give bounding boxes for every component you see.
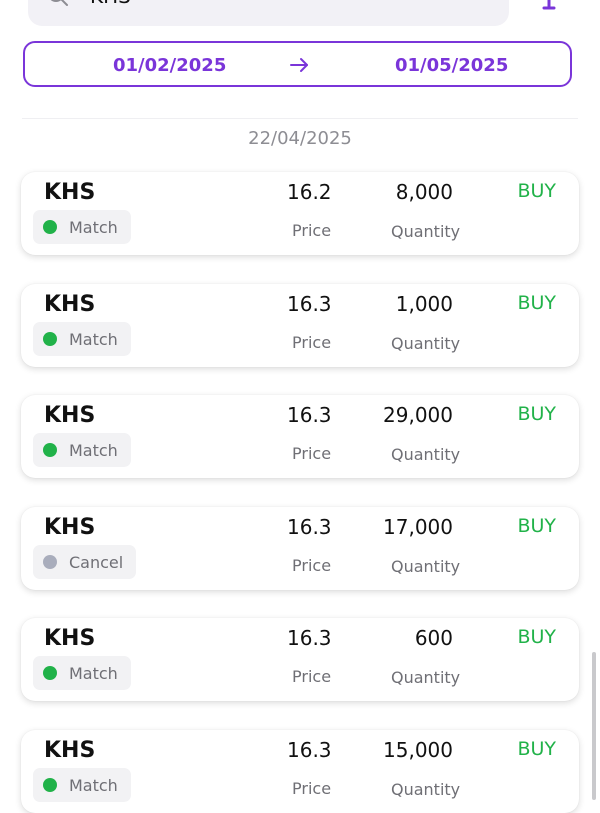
quantity-label: Quantity (391, 334, 461, 353)
price-label: Price (292, 444, 332, 463)
quantity-label: Quantity (391, 780, 461, 799)
status-label: Match (69, 329, 118, 349)
order-side: BUY (517, 403, 556, 425)
status-label: Match (69, 775, 118, 795)
status-badge: Cancel (33, 545, 137, 579)
scrollbar[interactable] (592, 652, 596, 800)
status-badge: Match (33, 210, 131, 244)
order-card[interactable]: KHS 16.3 Price 1,000 Quantity BUY Match (21, 284, 579, 367)
status-label: Match (69, 440, 118, 460)
price-label: Price (292, 333, 332, 352)
search-input[interactable]: KHS (90, 0, 131, 8)
order-price: 16.3 (287, 403, 332, 427)
order-quantity: 600 (414, 626, 453, 650)
status-dot-icon (43, 666, 57, 680)
price-label: Price (292, 779, 332, 798)
order-symbol: KHS (44, 626, 96, 651)
date-from[interactable]: 01/02/2025 (113, 55, 226, 76)
order-price: 16.3 (287, 515, 332, 539)
status-badge: Match (33, 656, 131, 690)
date-to[interactable]: 01/05/2025 (395, 55, 508, 76)
order-side: BUY (517, 515, 556, 537)
price-label: Price (292, 221, 332, 240)
search-icon (50, 0, 68, 6)
status-label: Cancel (69, 552, 124, 572)
order-price: 16.2 (287, 180, 332, 204)
order-price: 16.3 (287, 292, 332, 316)
order-symbol: KHS (44, 292, 96, 317)
status-dot-icon (43, 778, 57, 792)
price-label: Price (292, 556, 332, 575)
quantity-label: Quantity (391, 222, 461, 241)
status-badge: Match (33, 433, 131, 467)
order-side: BUY (517, 738, 556, 760)
order-symbol: KHS (44, 515, 96, 540)
order-quantity: 15,000 (383, 738, 453, 762)
order-quantity: 1,000 (395, 292, 453, 316)
order-price: 16.3 (287, 738, 332, 762)
quantity-label: Quantity (391, 445, 461, 464)
order-card[interactable]: KHS 16.3 Price 17,000 Quantity BUY Cancel (21, 507, 579, 590)
group-date-header: 22/04/2025 (248, 128, 352, 149)
order-card[interactable]: KHS 16.3 Price 15,000 Quantity BUY Match (21, 730, 579, 813)
status-label: Match (69, 217, 118, 237)
status-badge: Match (33, 768, 131, 802)
order-quantity: 8,000 (395, 180, 453, 204)
divider (22, 118, 578, 119)
status-label: Match (69, 663, 118, 683)
order-quantity: 29,000 (383, 403, 453, 427)
status-badge: Match (33, 322, 131, 356)
order-card[interactable]: KHS 16.2 Price 8,000 Quantity BUY Match (21, 172, 579, 255)
order-side: BUY (517, 180, 556, 202)
order-symbol: KHS (44, 738, 96, 763)
search-bar[interactable]: KHS (28, 0, 509, 26)
order-card[interactable]: KHS 16.3 Price 600 Quantity BUY Match (21, 618, 579, 701)
status-dot-icon (43, 443, 57, 457)
order-symbol: KHS (44, 403, 96, 428)
order-quantity: 17,000 (383, 515, 453, 539)
status-dot-icon (43, 332, 57, 346)
order-symbol: KHS (44, 180, 96, 205)
filter-icon[interactable] (540, 0, 558, 10)
order-side: BUY (517, 292, 556, 314)
order-price: 16.3 (287, 626, 332, 650)
status-dot-icon (43, 555, 57, 569)
price-label: Price (292, 667, 332, 686)
arrow-right-icon (290, 58, 308, 72)
quantity-label: Quantity (391, 668, 461, 687)
status-dot-icon (43, 220, 57, 234)
order-card[interactable]: KHS 16.3 Price 29,000 Quantity BUY Match (21, 395, 579, 478)
date-range-picker[interactable]: 01/02/2025 01/05/2025 (23, 41, 572, 87)
quantity-label: Quantity (391, 557, 461, 576)
order-side: BUY (517, 626, 556, 648)
